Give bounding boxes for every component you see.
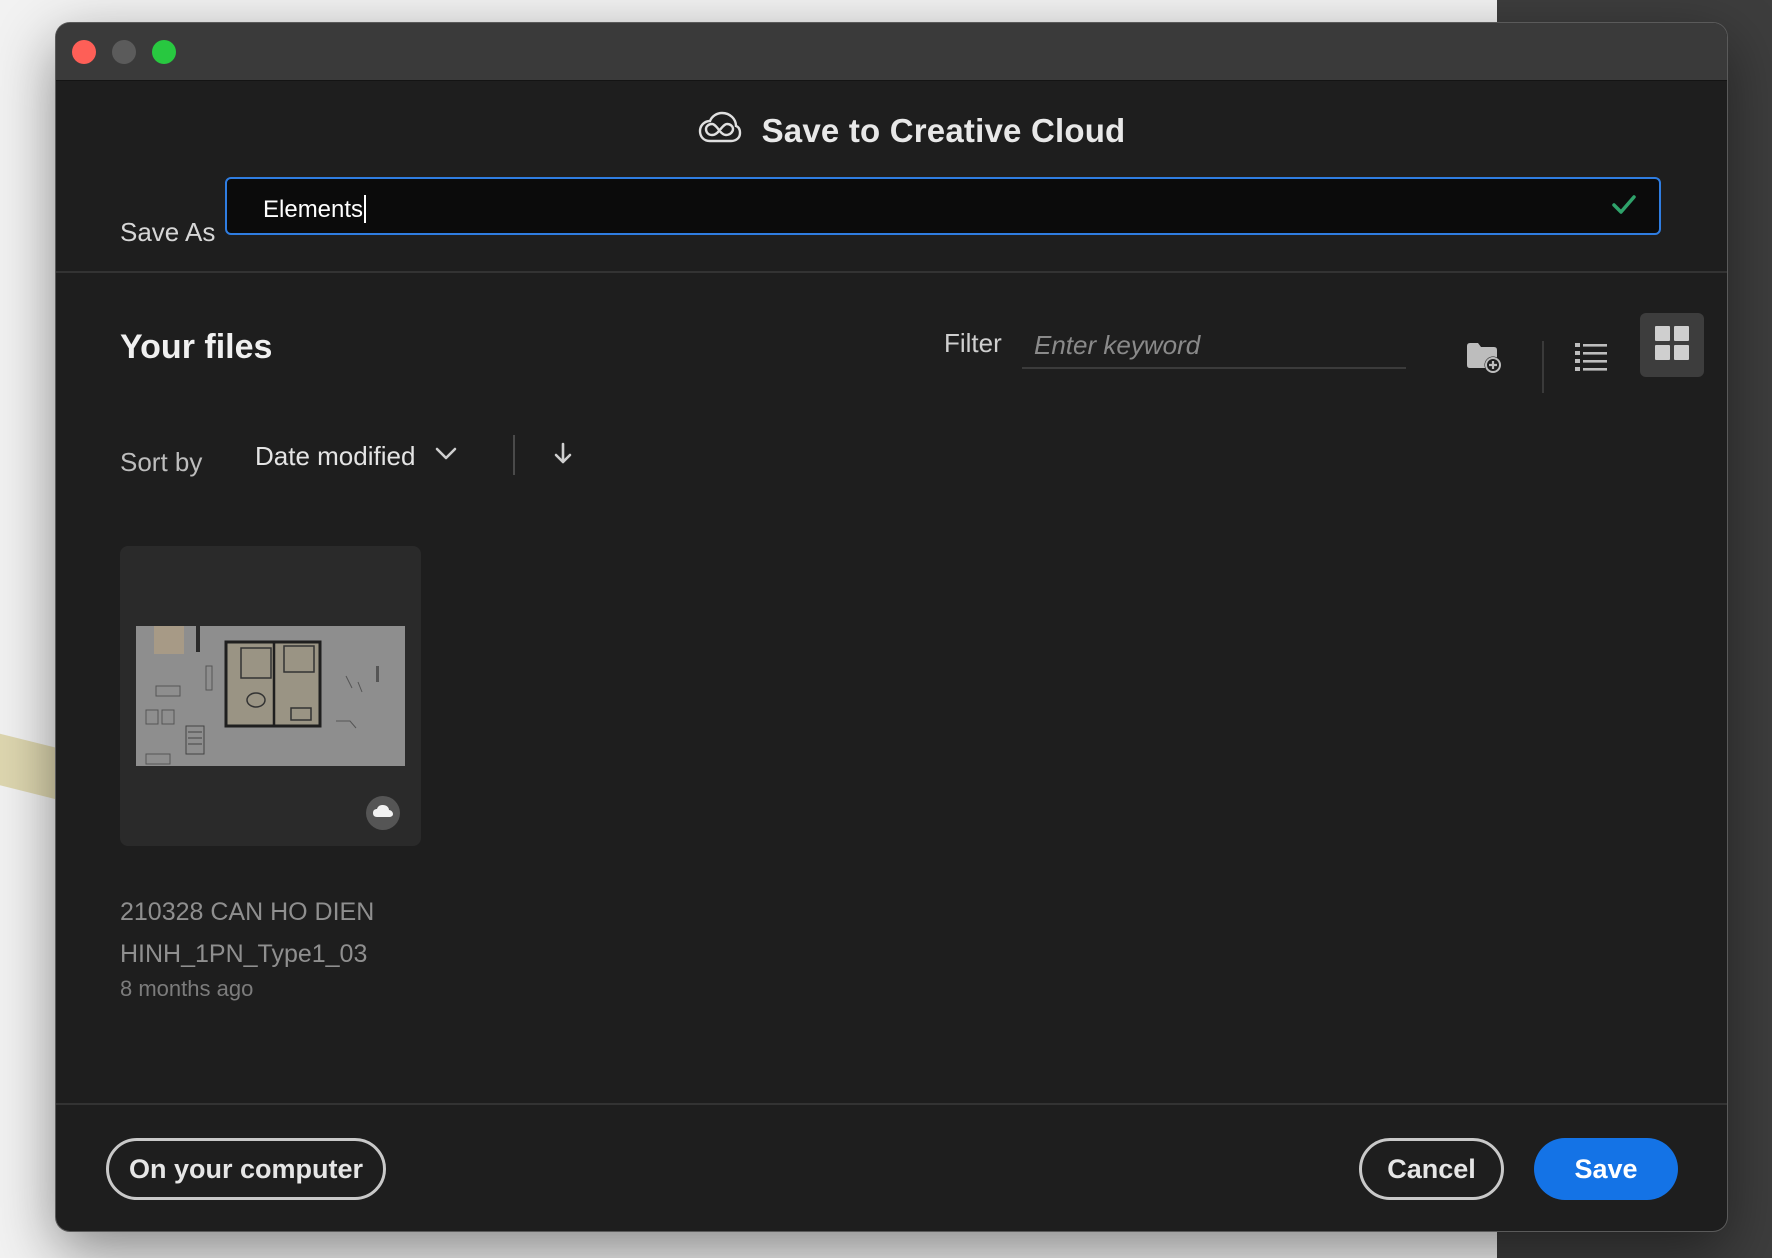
arrow-down-icon <box>553 442 573 471</box>
filter-input[interactable] <box>1022 323 1406 369</box>
footer-divider <box>56 1103 1727 1105</box>
file-thumbnail <box>136 626 405 766</box>
section-divider <box>56 271 1727 273</box>
new-folder-button[interactable] <box>1456 331 1512 387</box>
title-bar <box>56 23 1727 81</box>
sort-value: Date modified <box>255 441 416 471</box>
dialog-title: Save to Creative Cloud <box>761 111 1126 149</box>
save-as-label: Save As <box>120 217 216 247</box>
file-card[interactable] <box>120 546 421 846</box>
filter-label: Filter <box>944 328 1002 358</box>
file-modified-date: 8 months ago <box>120 976 254 1001</box>
text-caret <box>364 195 367 223</box>
file-name-line: 210328 CAN HO DIEN <box>120 898 375 926</box>
cloud-sync-badge <box>366 796 400 830</box>
your-files-heading: Your files <box>120 328 273 366</box>
toolbar-separator <box>1542 341 1544 393</box>
close-window-button[interactable] <box>72 40 96 64</box>
list-view-icon <box>1575 342 1607 377</box>
new-folder-icon <box>1465 340 1503 379</box>
grid-view-button[interactable] <box>1640 313 1704 377</box>
on-your-computer-button[interactable]: On your computer <box>106 1138 386 1200</box>
cloud-icon <box>372 804 394 823</box>
minimize-window-button[interactable] <box>112 40 136 64</box>
sort-direction-button[interactable] <box>546 439 580 473</box>
chevron-down-icon <box>435 447 457 466</box>
sort-separator <box>513 435 515 475</box>
creative-cloud-icon <box>698 111 742 150</box>
zoom-window-button[interactable] <box>152 40 176 64</box>
save-as-value: Elements <box>263 195 367 224</box>
sort-by-label: Sort by <box>120 447 203 477</box>
save-button[interactable]: Save <box>1534 1138 1678 1200</box>
grid-view-icon <box>1655 325 1689 365</box>
save-dialog-window: Save to Creative Cloud Save As Elements … <box>56 23 1727 1231</box>
sort-dropdown[interactable]: Date modified <box>255 441 457 472</box>
save-as-input[interactable]: Elements <box>225 177 1661 235</box>
dialog-header: Save to Creative Cloud <box>56 111 1727 150</box>
cancel-button[interactable]: Cancel <box>1359 1138 1504 1200</box>
checkmark-icon <box>1611 193 1637 222</box>
list-view-button[interactable] <box>1563 331 1619 387</box>
file-name: 210328 CAN HO DIEN HINH_1PN_Type1_03 <box>120 891 420 975</box>
file-name-line: HINH_1PN_Type1_03 <box>120 940 368 968</box>
